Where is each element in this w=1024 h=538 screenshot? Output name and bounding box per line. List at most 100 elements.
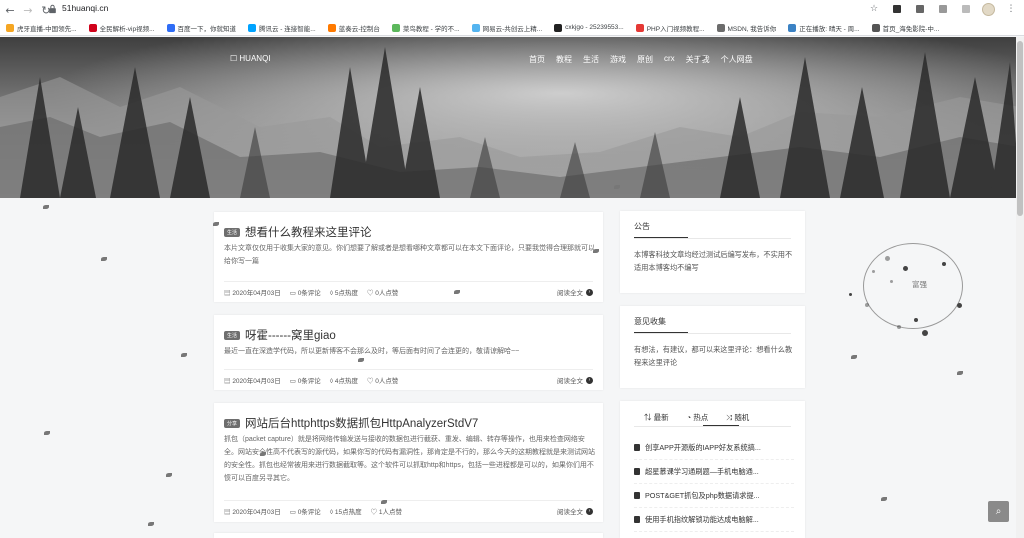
favicon-icon <box>327 23 336 32</box>
search-button[interactable]: ⌕ <box>988 501 1009 522</box>
post-card[interactable] <box>214 533 603 538</box>
nav-item[interactable]: 关于我 <box>686 54 710 65</box>
bookmark-item[interactable]: cxkjgo - 25239553... <box>554 23 624 32</box>
star-icon[interactable]: ☆ <box>867 2 881 16</box>
book-icon <box>634 492 640 499</box>
page-scrollbar[interactable] <box>1016 37 1024 538</box>
favicon-icon <box>716 23 725 32</box>
comment-icon[interactable]: ▭ 0条评论 <box>290 375 321 385</box>
list-item[interactable]: POST&GET抓包及php数据请求提... <box>634 484 794 508</box>
particle <box>942 262 946 266</box>
favicon-icon <box>788 23 797 32</box>
nav-item[interactable]: 个人网盘 <box>721 54 753 65</box>
petal <box>851 355 857 359</box>
extension-icon[interactable] <box>890 2 904 16</box>
particle <box>957 303 962 308</box>
book-icon <box>634 444 640 451</box>
petal <box>957 371 963 375</box>
post-tabs: ⇅ 最新 ◔ 热点 ⤨ 随机 <box>644 412 749 423</box>
bookmark-item[interactable]: 百度一下，你就知道 <box>166 23 237 33</box>
post-card[interactable]: 生活 呀霍------窝里giao 最近一直在深造学代码，所以更新博客不会那么及时… <box>214 315 603 390</box>
bookmark-item[interactable]: 正在播放: 晴天 - 周... <box>788 23 860 33</box>
comment-icon[interactable]: ▭ 0条评论 <box>290 506 321 516</box>
read-more-link[interactable]: 阅读全文 › <box>557 506 593 516</box>
post-meta: ▤ 2020年04月03日 ▭ 0条评论 ◊ 15点热度 ♡ 1人点赞 <box>224 506 402 516</box>
forward-icon[interactable]: → <box>20 2 36 18</box>
post-title[interactable]: 网站后台httphttps数据抓包HttpAnalyzerStdV7 <box>245 415 478 431</box>
post-card[interactable]: 分享 网站后台httphttps数据抓包HttpAnalyzerStdV7 抓包（… <box>214 403 603 522</box>
bookmark-label: 百度一下，你就知道 <box>177 25 237 33</box>
list-item[interactable]: 超星慕课学习通刷题—手机电脑通... <box>634 460 794 484</box>
tab-hot[interactable]: ◔ 热点 <box>687 412 709 423</box>
nav-item[interactable]: 生活 <box>583 54 599 65</box>
menu-icon[interactable]: ⋮ <box>1004 2 1018 16</box>
list-item[interactable]: 使用手机指纹解锁功能达成电脑解... <box>634 508 794 532</box>
bookmark-label: 腾讯云 - 连接智能... <box>259 25 316 33</box>
post-meta: ▤ 2020年04月03日 ▭ 0条评论 ◊ 5点热度 ♡ 0人点赞 <box>224 287 398 297</box>
nav-item[interactable]: 教程 <box>556 54 572 65</box>
post-tag[interactable]: 分享 <box>224 418 241 428</box>
bookmark-item[interactable]: 全民解析-vip视频... <box>88 23 155 33</box>
notice-text: 本博客科技文章均经过测试后编写发布，不实用不适用本博客均不编写 <box>634 250 793 272</box>
nav-item[interactable]: 首页 <box>529 54 545 65</box>
bookmark-item[interactable]: MSDN, 我告诉你 <box>716 23 776 33</box>
divider <box>224 369 593 370</box>
petal <box>101 257 107 261</box>
favicon-icon <box>471 23 480 32</box>
nav-item[interactable]: 游戏 <box>610 54 626 65</box>
bookmark-item[interactable]: 菜鸟教程 - 学的不... <box>391 23 460 33</box>
petal <box>358 358 364 362</box>
post-tag[interactable]: 生活 <box>224 330 241 340</box>
post-tag[interactable]: 生活 <box>224 227 241 237</box>
comment-icon[interactable]: ▭ 0条评论 <box>290 287 321 297</box>
petal <box>43 205 49 209</box>
bookmark-item[interactable]: 首页_海免影院-中... <box>871 23 939 33</box>
calendar-icon: ▤ 2020年04月03日 <box>224 290 281 297</box>
petal <box>181 353 187 357</box>
read-more-link[interactable]: 阅读全文 › <box>557 375 593 385</box>
bookmark-item[interactable]: 蓝奏云-控制台 <box>327 23 380 33</box>
post-meta: ▤ 2020年04月03日 ▭ 0条评论 ◊ 4点热度 ♡ 0人点赞 <box>224 375 398 385</box>
particle <box>849 293 852 296</box>
extension-icon[interactable] <box>959 2 973 16</box>
bookmark-label: 菜鸟教程 - 学的不... <box>402 25 460 33</box>
feedback-widget: 意见收集 有想法，有建议，都可以来这里评论：想看什么教程来这里评论 <box>620 306 805 388</box>
petal <box>881 497 887 501</box>
like-icon[interactable]: ♡ 0人点赞 <box>367 287 398 297</box>
post-card[interactable]: 生活 想看什么教程来这里评论 本片文章仅仅用于收集大家的意见。你们想要了解或者是想… <box>214 212 603 302</box>
extension-icon[interactable] <box>936 2 950 16</box>
petal <box>260 452 266 456</box>
back-icon[interactable]: ← <box>2 2 18 18</box>
extension-icon[interactable] <box>913 2 927 16</box>
bookmark-item[interactable]: 虎牙直播-中国领先... <box>6 23 77 33</box>
post-title[interactable]: 想看什么教程来这里评论 <box>245 224 372 240</box>
profile-avatar[interactable] <box>982 2 995 16</box>
post-excerpt: 本片文章仅仅用于收集大家的意见。你们想要了解或者是想看哪种文章都可以在本文下面评… <box>224 245 595 265</box>
list-item[interactable]: 创享APP开源版的IAPP好友系统搞... <box>634 436 794 460</box>
site-logo[interactable]: ☐ HUANQI <box>230 54 271 63</box>
hot-posts-list: 创享APP开源版的IAPP好友系统搞... 超星慕课学习通刷题—手机电脑通...… <box>634 436 794 532</box>
bookmark-item[interactable]: 腾讯云 - 连接智能... <box>248 23 316 33</box>
bookmark-item[interactable]: PHP入门视频教程... <box>635 23 705 33</box>
particle <box>922 330 928 336</box>
feedback-text[interactable]: 有想法，有建议，都可以来这里评论：想看什么教程来这里评论 <box>634 343 794 369</box>
nav-item[interactable]: crx <box>664 54 675 65</box>
nav-item[interactable]: 原创 <box>637 54 653 65</box>
post-title[interactable]: 呀霍------窝里giao <box>245 327 336 343</box>
bookmark-item[interactable]: 网易云-共创云上精... <box>471 23 542 33</box>
calendar-icon: ▤ 2020年04月03日 <box>224 378 281 385</box>
like-icon[interactable]: ♡ 1人点赞 <box>371 506 402 516</box>
divider <box>224 281 593 282</box>
petal <box>454 290 460 294</box>
lock-icon[interactable] <box>48 4 57 14</box>
scrollbar-thumb[interactable] <box>1017 41 1023 216</box>
particle <box>897 325 901 329</box>
address-bar-url[interactable]: 51huanqi.cn <box>62 3 108 13</box>
tab-latest[interactable]: ⇅ 最新 <box>644 412 669 423</box>
petal <box>213 222 219 226</box>
read-more-link[interactable]: 阅读全文 › <box>557 287 593 297</box>
tab-random[interactable]: ⤨ 随机 <box>726 412 749 423</box>
hot-posts-widget: ⇅ 最新 ◔ 热点 ⤨ 随机 创享APP开源版的IAPP好友系统搞... 超星慕… <box>620 401 805 538</box>
like-icon[interactable]: ♡ 0人点赞 <box>367 375 398 385</box>
favicon-icon <box>554 23 563 32</box>
